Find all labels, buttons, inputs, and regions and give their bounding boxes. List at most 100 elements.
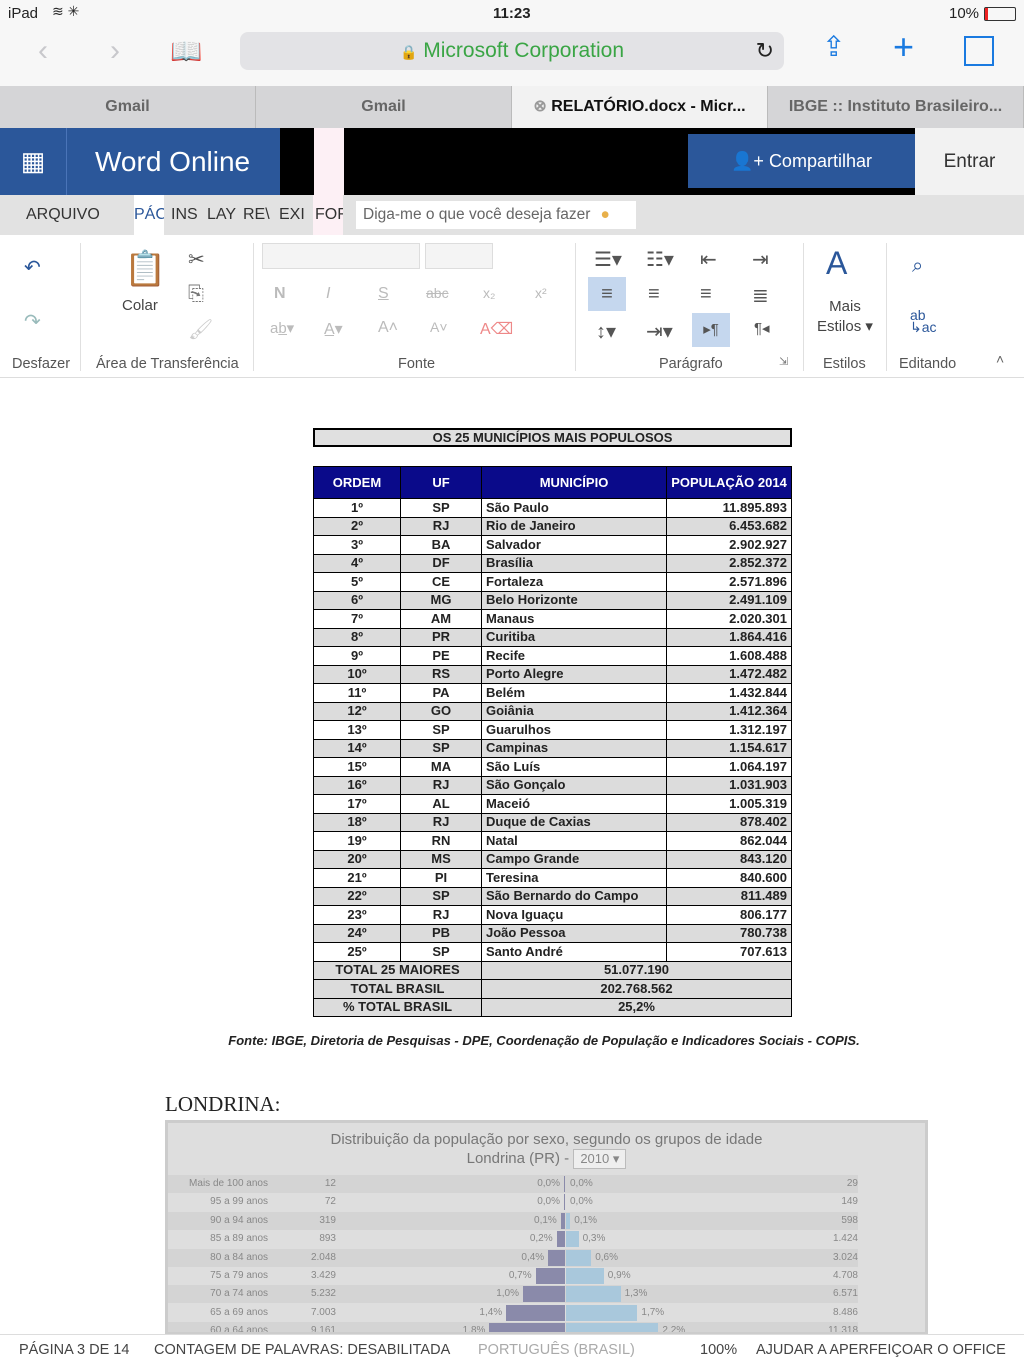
grow-font-icon[interactable]: A˄ — [378, 319, 398, 337]
clear-formatting-icon[interactable]: A⌫ — [480, 319, 513, 339]
bold-icon[interactable]: N — [274, 285, 286, 303]
justify-icon[interactable]: ≣ — [752, 283, 769, 308]
collapse-ribbon-icon[interactable]: ˄ — [996, 351, 1004, 367]
paragraph-group-label: Parágrafo — [659, 356, 723, 372]
cell-municipio: Manaus — [481, 609, 667, 629]
copy-icon[interactable]: ⎘ — [188, 283, 204, 306]
cell-populacao: 1.864.416 — [666, 627, 792, 647]
cell-uf: PI — [400, 868, 482, 888]
line-spacing-icon[interactable]: ↕▾ — [596, 319, 616, 344]
highlight-icon[interactable]: ab̲▾ — [270, 319, 294, 337]
cell-uf: RJ — [400, 905, 482, 925]
page-count: PÁGINA 3 DE 14 — [19, 1342, 130, 1358]
sign-in-button[interactable]: Entrar — [915, 128, 1024, 195]
decrease-indent-icon[interactable]: ⇤ — [700, 247, 717, 272]
feedback-link[interactable]: AJUDAR A APERFEIÇOAR O OFFICE — [756, 1342, 1006, 1358]
underline-icon[interactable]: S — [378, 285, 389, 303]
font-size-select[interactable] — [425, 243, 493, 269]
align-center-icon[interactable]: ≡ — [648, 283, 660, 306]
align-right-icon[interactable]: ≡ — [700, 283, 712, 306]
male-pct: 0,7% — [508, 1270, 532, 1281]
cell-municipio: Belo Horizonte — [481, 590, 667, 610]
font-name-select[interactable] — [262, 243, 420, 269]
battery-level: 10% — [949, 5, 980, 22]
tab-ibge[interactable]: IBGE :: Instituto Brasileiro... — [768, 86, 1024, 128]
browser-tabs: Gmail Gmail ⊗ RELATÓRIO.docx - Micr... I… — [0, 86, 1024, 128]
female-count: 29 — [846, 1178, 858, 1189]
forward-icon[interactable]: › — [110, 34, 120, 68]
tabs-icon[interactable] — [964, 36, 994, 66]
format-painter-icon[interactable]: 🖌 — [188, 317, 213, 342]
align-left-icon[interactable]: ≡ — [588, 277, 626, 311]
tab-inserir[interactable]: INS — [171, 195, 201, 235]
address-bar[interactable]: 🔒 Microsoft Corporation ↻ — [240, 32, 784, 70]
cut-icon[interactable]: ✂ — [188, 247, 205, 272]
cell-ordem: 17º — [313, 794, 401, 814]
more-styles-button[interactable]: Mais Estilos ▾ — [815, 297, 875, 337]
cell-ordem: 15º — [313, 757, 401, 777]
tab-exibir[interactable]: EXI — [279, 195, 305, 235]
close-tab-icon[interactable]: ⊗ — [533, 98, 551, 115]
cell-ordem: 25º — [313, 942, 401, 962]
replace-icon[interactable]: ab ↳ac — [910, 308, 937, 334]
app-launcher-icon[interactable]: ▦ — [0, 128, 67, 195]
tab-arquivo[interactable]: ARQUIVO — [26, 195, 100, 235]
browser-toolbar: ‹ › 📖 🔒 Microsoft Corporation ↻ ⇪ + — [0, 26, 1024, 86]
bullets-icon[interactable]: ☰▾ — [594, 247, 622, 272]
divider — [253, 243, 254, 371]
ribbon-tabs: ARQUIVO PÁC INS LAY RE\ EXI FOF Diga-me … — [0, 195, 1024, 235]
cell-populacao: 780.738 — [666, 923, 792, 943]
reload-icon[interactable]: ↻ — [756, 32, 774, 70]
paragraph-spacing-icon[interactable]: ⇥▾ — [646, 319, 673, 344]
tab-revisao[interactable]: RE\ — [243, 195, 271, 235]
back-icon[interactable]: ‹ — [38, 34, 48, 68]
tab-gmail-1[interactable]: Gmail — [0, 86, 256, 128]
rtl-icon[interactable]: ¶◂ — [754, 319, 770, 337]
tab-layout[interactable]: LAY — [207, 195, 237, 235]
tab-relatorio[interactable]: ⊗ RELATÓRIO.docx - Micr... — [512, 86, 768, 128]
lock-icon: 🔒 — [399, 44, 418, 60]
new-tab-icon[interactable]: + — [893, 26, 914, 68]
tab-formatar[interactable]: FOF — [313, 195, 343, 235]
bookmarks-icon[interactable]: 📖 — [170, 36, 202, 67]
find-icon[interactable]: ⌕ — [912, 255, 923, 278]
tab-pagina-inicial[interactable]: PÁC — [134, 195, 164, 235]
strikethrough-icon[interactable]: abc — [426, 285, 449, 301]
paste-icon[interactable]: 📋 — [124, 249, 166, 289]
cell-municipio: João Pessoa — [481, 923, 667, 943]
male-pct: 1,0% — [496, 1288, 519, 1300]
zoom-level[interactable]: 100% — [700, 1342, 737, 1358]
undo-icon[interactable]: ↶ — [24, 255, 41, 280]
table-source: Fonte: IBGE, Diretoria de Pesquisas - DP… — [228, 1033, 860, 1048]
table-row: 7º AM Manaus 2.020.301 — [313, 609, 792, 629]
table-row: 8º PR Curitiba 1.864.416 — [313, 627, 792, 647]
increase-indent-icon[interactable]: ⇥ — [752, 247, 769, 272]
share-icon[interactable]: ⇪ — [822, 30, 845, 63]
total-label: % TOTAL BRASIL — [313, 997, 482, 1017]
male-pct: 0,0% — [537, 1178, 560, 1189]
styles-icon[interactable]: A — [826, 245, 847, 282]
font-group-label: Fonte — [398, 356, 436, 372]
shrink-font-icon[interactable]: A˅ — [430, 319, 448, 335]
ltr-icon[interactable]: ▸¶ — [692, 313, 730, 347]
numbering-icon[interactable]: ☷▾ — [646, 247, 674, 272]
superscript-icon[interactable]: x² — [535, 285, 547, 301]
italic-icon[interactable]: I — [326, 285, 330, 303]
tell-me-input[interactable]: Diga-me o que você deseja fazer ● — [356, 201, 636, 229]
cell-uf: SP — [400, 738, 482, 758]
paste-button[interactable]: Colar — [122, 297, 158, 314]
redo-icon[interactable]: ↷ — [24, 309, 41, 334]
year-value: 2010 — [580, 1151, 610, 1166]
subscript-icon[interactable]: x₂ — [483, 285, 495, 301]
ribbon: ↶ ↷ Desfazer 📋 Colar ✂ ⎘ 🖌 Área de Trans… — [0, 235, 1024, 378]
font-color-icon[interactable]: A̲▾ — [324, 319, 343, 339]
cell-populacao: 1.608.488 — [666, 646, 792, 666]
cell-populacao: 1.154.617 — [666, 738, 792, 758]
tab-gmail-2[interactable]: Gmail — [256, 86, 512, 128]
female-pct: 0,0% — [570, 1196, 593, 1208]
language[interactable]: PORTUGUÊS (BRASIL) — [478, 1342, 635, 1358]
paragraph-dialog-launcher-icon[interactable]: ⇲ — [779, 355, 788, 368]
year-select[interactable]: 2010 ▾ — [573, 1149, 627, 1169]
population-table: ORDEM UF MUNICÍPIO POPULAÇÃO 2014 1º SP Sã… — [313, 466, 792, 1017]
share-button[interactable]: 👤+ Compartilhar — [688, 134, 915, 188]
